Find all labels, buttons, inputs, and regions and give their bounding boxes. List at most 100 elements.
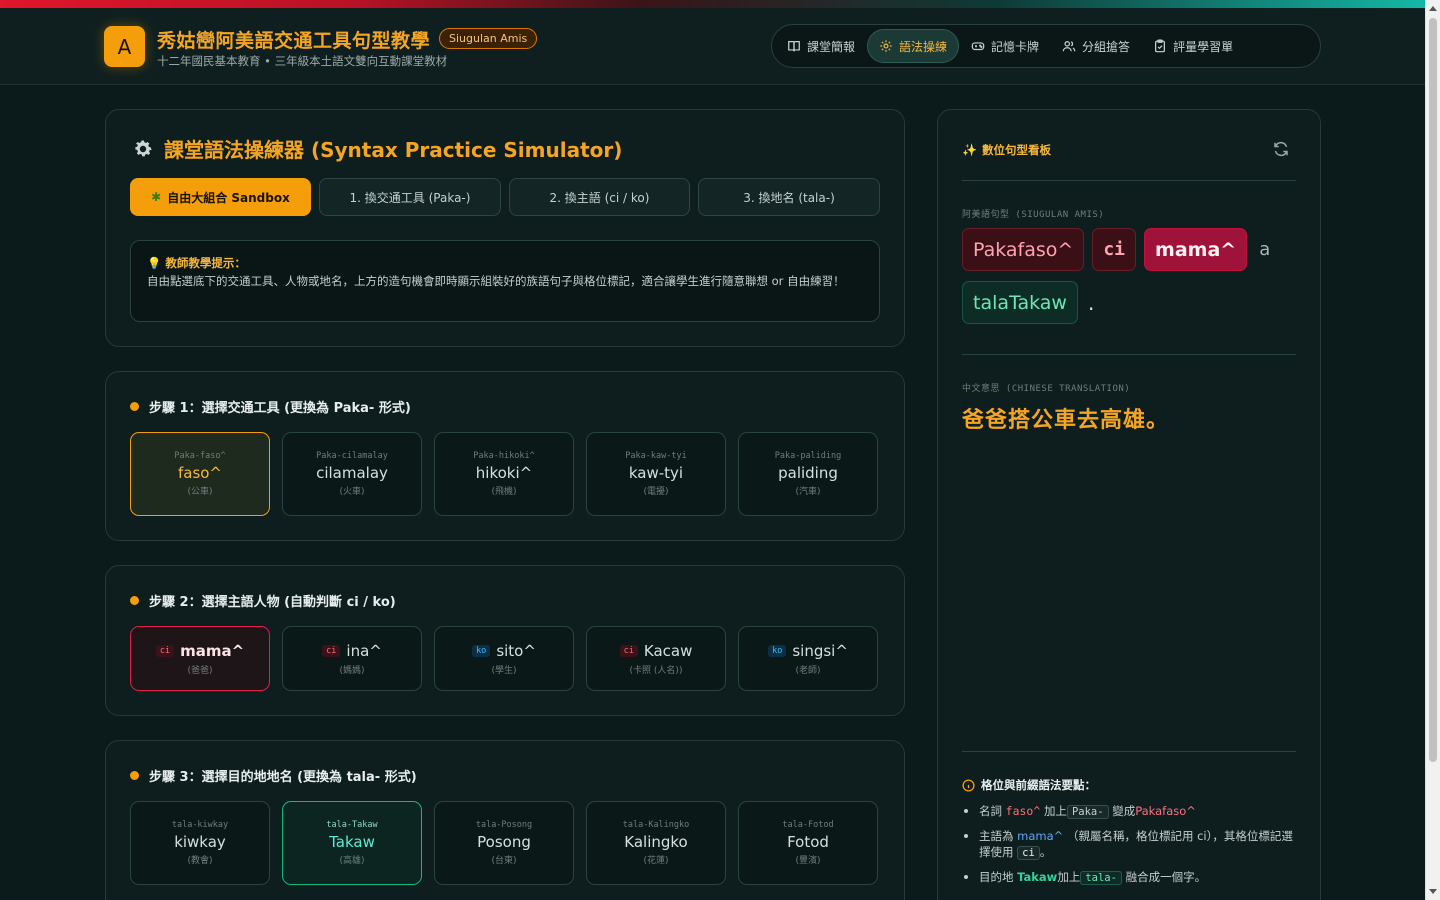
card-person: ci mama^	[155, 642, 244, 660]
sparkles-icon: ✨	[962, 143, 977, 157]
board-title-text: 數位句型看板	[981, 143, 1051, 157]
step-dot-icon	[130, 596, 139, 605]
case-marker-tag: ko	[472, 644, 491, 657]
sparkle-icon: ✱	[151, 190, 162, 204]
word-vehicle: Pakafaso^	[962, 228, 1085, 271]
card-word: sito^	[496, 641, 536, 660]
tab-change-vehicle[interactable]: 1. 換交通工具 (Paka-)	[319, 178, 501, 216]
word-period: .	[1087, 290, 1095, 315]
card-word: Kalingko	[624, 833, 688, 851]
card-word: cilamalay	[316, 464, 388, 482]
nav-group-quiz[interactable]: 分組搶答	[1051, 29, 1141, 63]
case-marker-tag: ko	[768, 644, 787, 657]
place-options: tala-kiwkay kiwkay (教會) tala-Takaw Takaw…	[130, 801, 878, 885]
place-card-kalingko[interactable]: tala-Kalingko Kalingko (花蓮)	[586, 801, 726, 885]
card-prefix: Paka-kaw-tyi	[625, 451, 687, 461]
card-translation: (花蓮)	[643, 856, 669, 866]
subject-card-singsi[interactable]: ko singsi^ (老師)	[738, 626, 878, 691]
case-marker-tag: ci	[155, 644, 175, 657]
card-translation: (汽車)	[795, 487, 821, 497]
note-term: Takaw	[1017, 870, 1058, 884]
nav-label: 課堂簡報	[807, 39, 856, 54]
card-prefix: tala-Posong	[475, 820, 533, 830]
card-word: ina^	[346, 641, 382, 660]
subject-card-ina[interactable]: ci ina^ (媽媽)	[282, 626, 422, 691]
card-word: faso^	[177, 464, 223, 482]
nav-slides[interactable]: 課堂簡報	[776, 29, 866, 63]
nav-syntax-practice[interactable]: 語法操練	[867, 29, 960, 63]
subject-card-mama[interactable]: ci mama^ (爸爸)	[130, 626, 270, 691]
subject-card-sito[interactable]: ko sito^ (學生)	[434, 626, 574, 691]
sentence-words: Pakafaso^ ci mama^ a talaTakaw .	[962, 228, 1302, 324]
card-person: ko singsi^	[768, 642, 848, 660]
language-badge: Siugulan Amis	[439, 28, 538, 49]
card-translation: (學生)	[491, 665, 517, 676]
vehicle-card-faso[interactable]: Paka-faso^ faso^ (公車)	[130, 432, 270, 516]
card-word: paliding	[778, 464, 838, 482]
scroll-thumb[interactable]	[1429, 18, 1437, 762]
scroll-down-arrow-icon[interactable]	[1429, 889, 1437, 894]
place-card-fotod[interactable]: tala-Fotod Fotod (豐濱)	[738, 801, 878, 885]
nav-label: 分組搶答	[1082, 39, 1131, 54]
divider	[962, 751, 1296, 752]
users-icon	[1062, 41, 1076, 52]
card-translation: (公車)	[187, 487, 213, 497]
note-term: faso^	[1005, 804, 1041, 818]
note-text: 融合成一個字。	[1125, 870, 1207, 884]
card-person: ci Kacaw	[619, 642, 692, 660]
nav-memory-cards[interactable]: 記憶卡牌	[960, 29, 1050, 63]
chinese-translation: 爸爸搭公車去高雄。	[962, 408, 1170, 433]
subject-card-kacaw[interactable]: ci Kacaw (卡照 (人名))	[586, 626, 726, 691]
step-dot-icon	[130, 402, 139, 411]
simulator-title-text: 課堂語法操練器 (Syntax Practice Simulator)	[164, 138, 623, 162]
vehicle-options: Paka-faso^ faso^ (公車) Paka-cilamalay cil…	[130, 432, 878, 516]
vehicle-card-paliding[interactable]: Paka-paliding paliding (汽車)	[738, 432, 878, 516]
divider	[962, 180, 1296, 181]
card-prefix: tala-Kalingko	[622, 820, 690, 830]
card-translation: (火車)	[339, 487, 365, 497]
note-code: Paka-	[1066, 805, 1109, 819]
divider	[962, 354, 1296, 355]
hint-title: 💡 教師教學提示：	[147, 255, 863, 271]
step3-title: 步驟 3：選擇目的地地名 (更換為 tala- 形式)	[130, 766, 417, 785]
note-code: ci	[1017, 846, 1040, 860]
word-destination: talaTakaw	[962, 281, 1078, 324]
tab-sandbox[interactable]: ✱ 自由大組合 Sandbox	[130, 178, 311, 216]
vehicle-card-cilamalay[interactable]: Paka-cilamalay cilamalay (火車)	[282, 432, 422, 516]
step-title-text: 步驟 1：選擇交通工具 (更換為 Paka- 形式)	[149, 401, 411, 416]
card-translation: (老師)	[795, 665, 821, 676]
place-card-kiwkay[interactable]: tala-kiwkay kiwkay (教會)	[130, 801, 270, 885]
book-icon	[788, 41, 800, 52]
note-term: mama^	[1017, 829, 1064, 843]
vehicle-card-hikoki[interactable]: Paka-hikoki^ hikoki^ (飛機)	[434, 432, 574, 516]
card-translation: (爸爸)	[187, 665, 213, 676]
note-code: tala-	[1080, 871, 1122, 885]
card-prefix: tala-kiwkay	[171, 820, 229, 830]
place-card-posong[interactable]: tala-Posong Posong (台東)	[434, 801, 574, 885]
nav-worksheet[interactable]: 評量學習單	[1142, 29, 1244, 63]
card-word: Posong	[477, 833, 531, 851]
card-translation: (高雄)	[339, 856, 365, 866]
page-scrollbar[interactable]	[1425, 0, 1440, 900]
tab-change-place[interactable]: 3. 換地名 (tala-)	[698, 178, 880, 216]
note-term: Pakafaso^	[1135, 804, 1196, 818]
step1-panel: 步驟 1：選擇交通工具 (更換為 Paka- 形式) Paka-faso^ fa…	[105, 371, 905, 541]
card-word: Takaw	[329, 833, 375, 851]
gear-icon	[880, 40, 892, 52]
word-linker: a	[1259, 239, 1271, 260]
gear-icon	[135, 139, 152, 156]
hint-title-text: 教師教學提示：	[165, 256, 246, 270]
hint-body: 自由點選底下的交通工具、人物或地名，上方的造句機會即時顯示組裝好的族語句子與格位…	[147, 274, 845, 288]
refresh-icon[interactable]	[1272, 140, 1290, 158]
card-prefix: Paka-hikoki^	[473, 451, 535, 461]
scroll-up-arrow-icon[interactable]	[1429, 6, 1437, 11]
amis-label: 阿美語句型 (SIUGULAN AMIS)	[962, 210, 1105, 220]
grammar-notes: 名詞 faso^ 加上 Paka- 變成Pakafaso^ 主語為 mama^ （…	[962, 803, 1298, 894]
app-subtitle: 十二年國民基本教育 • 三年級本土語文雙向互動課堂教材	[157, 54, 448, 68]
place-card-takaw[interactable]: tala-Takaw Takaw (高雄)	[282, 801, 422, 885]
vehicle-card-kaw-tyi[interactable]: Paka-kaw-tyi kaw-tyi (電擾)	[586, 432, 726, 516]
tab-label: 自由大組合 Sandbox	[167, 190, 290, 205]
word-case-marker: ci	[1092, 228, 1137, 271]
tab-change-subject[interactable]: 2. 換主語 (ci / ko)	[509, 178, 690, 216]
clipboard-icon	[1155, 39, 1166, 53]
